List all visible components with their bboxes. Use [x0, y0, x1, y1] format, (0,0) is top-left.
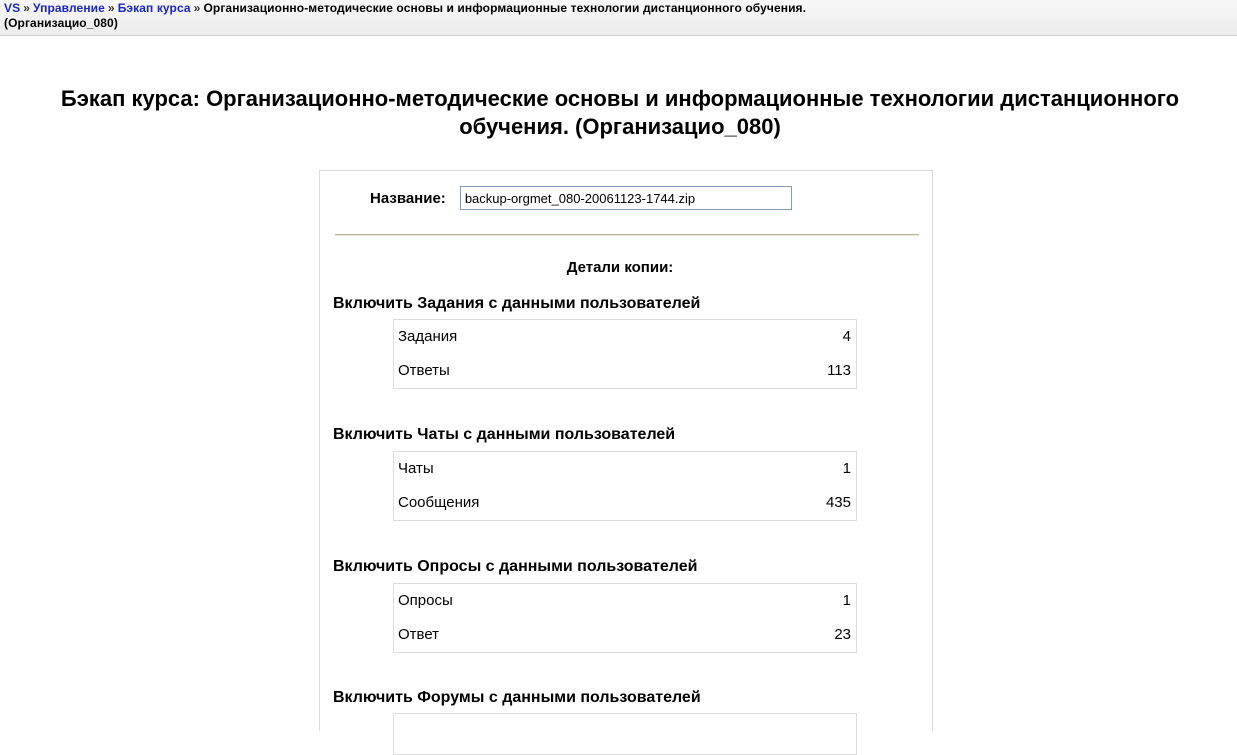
stats-box-choices: Опросы 1 Ответ 23	[393, 583, 857, 653]
stat-value: 113	[827, 362, 851, 379]
breadcrumb-link-course-backup[interactable]: Бэкап курса	[118, 1, 191, 15]
breadcrumb-link-vs[interactable]: VS	[4, 1, 20, 15]
stat-row: Чаты 1	[394, 452, 856, 486]
stat-value: 435	[825, 494, 851, 511]
section-heading-assignments: Включить Задания с данными пользователей	[333, 295, 701, 312]
backup-form-panel: Название: Детали копии: Включить Задания…	[319, 170, 933, 755]
filename-row: Название:	[370, 185, 792, 211]
stat-row: Опросы 1	[394, 584, 856, 618]
breadcrumb-separator: »	[107, 1, 115, 15]
stats-box-forums	[393, 713, 857, 755]
stat-row: Ответ 23	[394, 618, 856, 652]
stat-row: Ответы 113	[394, 354, 856, 388]
backup-details-heading: Детали копии:	[566, 259, 674, 276]
stats-box-assignments: Задания 4 Ответы 113	[393, 319, 857, 389]
stat-value: 23	[834, 626, 851, 643]
stat-row: Сообщения 435	[394, 486, 856, 520]
divider	[335, 234, 919, 236]
stat-label: Ответ	[398, 626, 440, 643]
breadcrumb-separator: »	[193, 1, 201, 15]
breadcrumb-separator: »	[23, 1, 30, 15]
breadcrumb-current-code: (Организацио_080)	[4, 16, 118, 30]
page-title: Бэкап курса: Организационно-методические…	[60, 86, 1180, 139]
breadcrumb-link-management[interactable]: Управление	[33, 1, 105, 15]
stat-value: 1	[842, 592, 851, 609]
breadcrumb: VS» Управление» Бэкап курса» Организационно…	[0, 0, 1237, 36]
stat-row: Задания 4	[394, 320, 856, 354]
stat-label: Чаты	[398, 460, 434, 477]
stat-label: Ответы	[398, 362, 450, 379]
section-heading-forums: Включить Форумы с данными пользователей	[333, 689, 701, 706]
section-heading-chats: Включить Чаты с данными пользователей	[333, 426, 676, 443]
stat-label: Сообщения	[398, 494, 480, 511]
stats-box-chats: Чаты 1 Сообщения 435	[393, 451, 857, 521]
stat-value: 4	[842, 328, 851, 345]
stat-value: 1	[842, 460, 851, 477]
filename-label: Название:	[370, 189, 446, 207]
breadcrumb-current: Организационно-методические основы и инф…	[203, 1, 807, 15]
section-heading-choices: Включить Опросы с данными пользователей	[333, 558, 698, 575]
stat-label: Опросы	[398, 592, 453, 609]
filename-input[interactable]	[459, 186, 792, 210]
stat-label: Задания	[398, 328, 458, 345]
